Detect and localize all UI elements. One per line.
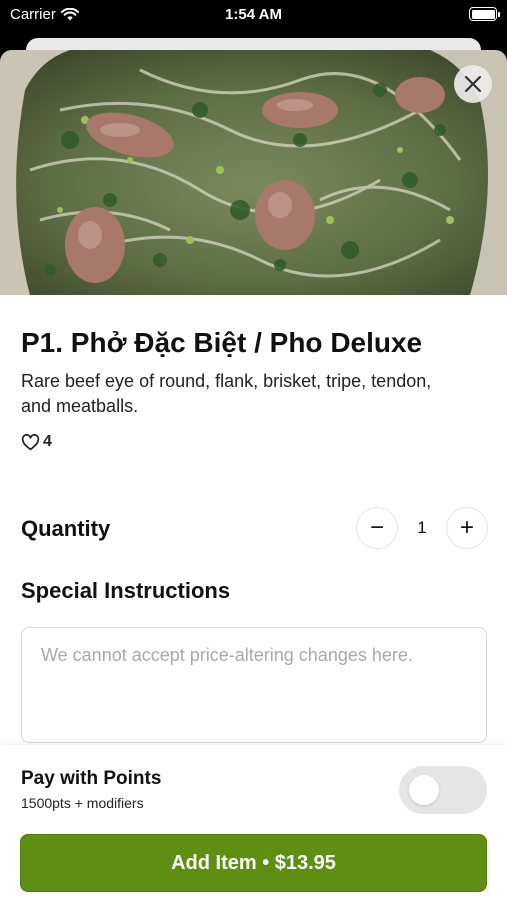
quantity-value: 1: [417, 518, 427, 537]
close-icon: [464, 75, 482, 93]
item-title: P1. Phở Đặc Biệt / Pho Deluxe: [21, 327, 423, 358]
status-bar: Carrier 1:54 AM: [0, 0, 507, 30]
special-instructions-label: Special Instructions: [21, 578, 231, 603]
pay-with-points-label: Pay with Points: [21, 768, 162, 789]
special-instructions-input[interactable]: [21, 627, 487, 743]
pay-with-points-toggle[interactable]: [399, 766, 487, 814]
status-time: 1:54 AM: [225, 6, 282, 23]
quantity-stepper: − 1 +: [356, 507, 488, 551]
toggle-knob: [409, 775, 439, 805]
pay-with-points-subtitle: 1500pts + modifiers: [21, 795, 144, 811]
item-description: Rare beef eye of round, flank, brisket, …: [21, 371, 432, 416]
heart-icon: [21, 433, 40, 450]
item-photo: [0, 50, 507, 295]
checkout-bar: Pay with Points 1500pts + modifiers Add …: [0, 745, 507, 900]
add-item-button[interactable]: Add Item • $13.95: [20, 834, 487, 892]
like-count: 4: [43, 433, 52, 450]
like-button[interactable]: 4: [21, 433, 52, 451]
quantity-label: Quantity: [21, 516, 111, 541]
decrement-button[interactable]: −: [356, 507, 398, 549]
pho-bowl-image: [0, 50, 507, 295]
battery-icon: [469, 7, 500, 21]
item-detail-sheet: P1. Phở Đặc Biệt / Pho Deluxe Rare beef …: [0, 50, 507, 900]
increment-button[interactable]: +: [446, 507, 488, 549]
close-button[interactable]: [454, 65, 492, 103]
